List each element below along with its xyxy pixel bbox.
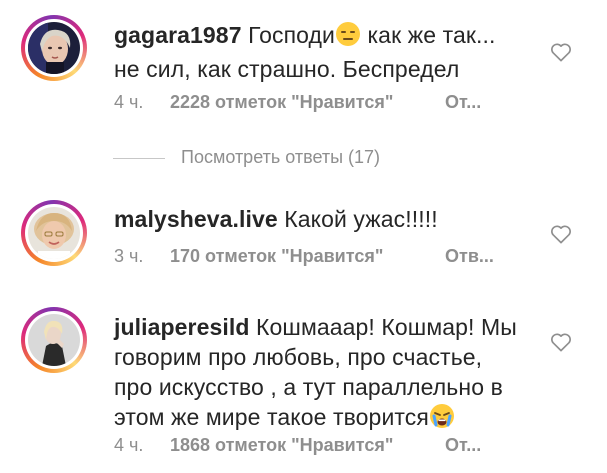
- comment-meta: 4 ч. 1868 отметок "Нравится" От...: [114, 435, 481, 459]
- comment-likes-count[interactable]: 2228 отметок "Нравится": [170, 92, 445, 113]
- comment-text: gagara1987 Господи как же так... не сил,…: [114, 20, 534, 84]
- avatar: [28, 314, 80, 366]
- avatar-story-ring[interactable]: [21, 307, 87, 373]
- comment-body-line3: про искусство , а тут параллельно в: [114, 374, 503, 400]
- avatar: [28, 22, 80, 74]
- comment-body-line2: говорим про любовь, про счастье,: [114, 344, 483, 370]
- heart-outline-icon[interactable]: [550, 332, 572, 352]
- comment-likes-count[interactable]: 1868 отметок "Нравится": [170, 435, 445, 456]
- view-replies-label: Посмотреть ответы (17): [181, 147, 381, 167]
- comment-body: Какой ужас!!!!!: [284, 206, 438, 232]
- comment-body: Господи: [248, 22, 336, 48]
- avatar-gap: [25, 204, 83, 262]
- heart-outline-icon[interactable]: [550, 42, 572, 62]
- comment-time: 4 ч.: [114, 92, 144, 112]
- avatar-gap: [25, 19, 83, 77]
- avatar-photo-gagara: [28, 22, 80, 74]
- comment-text: malysheva.live Какой ужас!!!!!: [114, 204, 534, 234]
- avatar-story-ring[interactable]: [21, 15, 87, 81]
- comments-screen: gagara1987 Господи как же так... не сил,…: [0, 0, 607, 473]
- comment-time: 3 ч.: [114, 246, 144, 266]
- reply-button[interactable]: От...: [445, 92, 481, 113]
- comment-body-line2: не сил, как страшно. Беспредел: [114, 56, 460, 82]
- comment-body: Кошмааар! Кошмар! Мы: [256, 314, 517, 340]
- comment-body-line4: этом же мире такое творится: [114, 404, 429, 430]
- reply-button[interactable]: От...: [445, 435, 481, 456]
- comment-meta: 3 ч. 170 отметок "Нравится" Отв...: [114, 246, 494, 270]
- avatar-photo-malysheva: [28, 207, 80, 259]
- comment-meta: 4 ч. 2228 отметок "Нравится" От...: [114, 92, 481, 116]
- reply-button[interactable]: Отв...: [445, 246, 494, 267]
- avatar-gap: [25, 311, 83, 369]
- avatar-story-ring[interactable]: [21, 200, 87, 266]
- comment-likes-count[interactable]: 170 отметок "Нравится": [170, 246, 445, 267]
- comment-body-cont: как же так...: [361, 22, 496, 48]
- comment-username[interactable]: gagara1987: [114, 22, 242, 48]
- avatar-photo-juliaperesild: [28, 314, 80, 366]
- crying-face-emoji: [429, 403, 455, 436]
- comment-username[interactable]: juliaperesild: [114, 314, 250, 340]
- comment-text: juliaperesild Кошмааар! Кошмар! Мы говор…: [114, 312, 534, 436]
- view-replies-divider: [113, 158, 165, 159]
- avatar: [28, 207, 80, 259]
- comment-time: 4 ч.: [114, 435, 144, 455]
- view-replies-button[interactable]: Посмотреть ответы (17): [113, 147, 423, 171]
- comment-username[interactable]: malysheva.live: [114, 206, 278, 232]
- expressionless-face-emoji: [335, 21, 361, 54]
- heart-outline-icon[interactable]: [550, 224, 572, 244]
